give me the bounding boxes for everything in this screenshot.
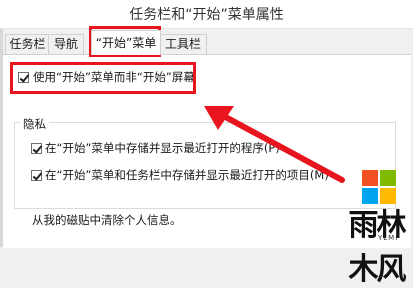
windows-logo-icon	[362, 170, 396, 204]
tab-strip: 任务栏 导航 “开始”菜单 工具栏	[0, 28, 413, 55]
window-title: 任务栏和“开始”菜单属性	[129, 7, 284, 23]
privacy-group-title: 隐私	[20, 116, 49, 132]
tab-toolbars[interactable]: 工具栏	[159, 34, 207, 54]
privacy-group	[14, 122, 396, 209]
tab-start-menu[interactable]: “开始”菜单	[91, 30, 161, 55]
ylmf-brand-text: 雨林木风	[348, 208, 407, 287]
store-recent-programs-checkbox[interactable]	[31, 143, 42, 154]
tab-navigation[interactable]: 导航	[48, 34, 84, 54]
store-recent-items-checkbox[interactable]	[31, 170, 42, 181]
ylmf-sub-text: YLMF	[378, 234, 401, 242]
use-start-menu-checkbox[interactable]	[18, 72, 29, 83]
ylmf-logo: 雨林木风 YLMF	[340, 170, 413, 287]
title-bar: 任务栏和“开始”菜单属性	[0, 0, 413, 29]
tab-taskbar[interactable]: 任务栏	[5, 34, 50, 54]
clear-tile-info-text: 从我的磁贴中清除个人信息。	[32, 213, 182, 227]
store-recent-programs-label: 在“开始”菜单中存储并显示最近打开的程序(P)	[45, 141, 280, 155]
store-recent-items-label: 在“开始”菜单和任务栏中存储并显示最近打开的项目(M)	[45, 168, 329, 182]
use-start-menu-label: 使用“开始”菜单而非“开始”屏幕	[33, 70, 195, 84]
